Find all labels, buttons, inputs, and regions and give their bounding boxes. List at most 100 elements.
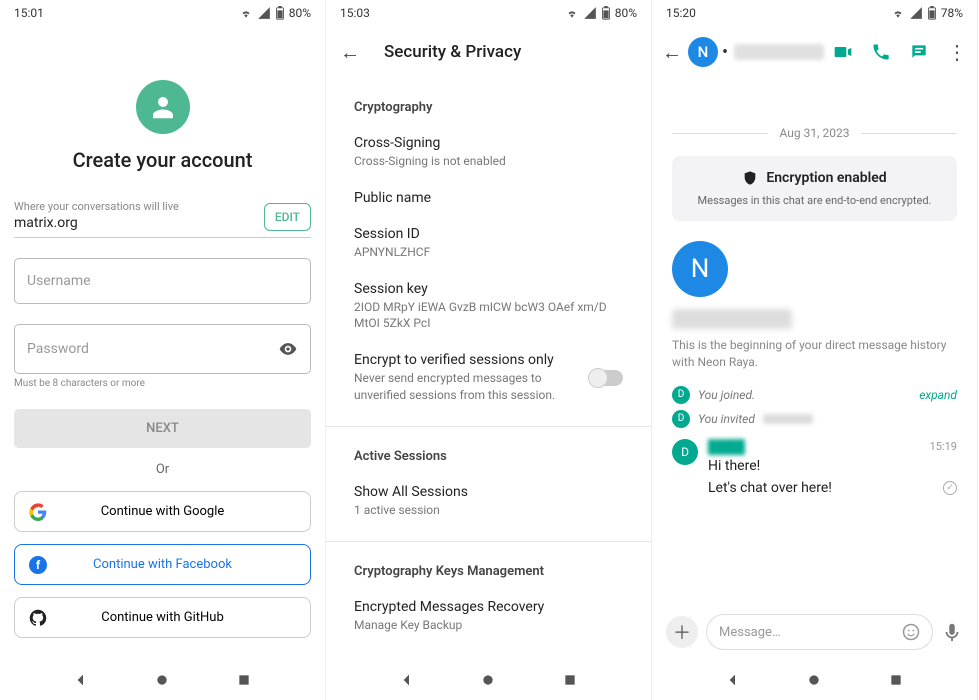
back-button[interactable]: ← bbox=[662, 40, 682, 65]
oauth-google-label: Continue with Google bbox=[101, 504, 225, 519]
add-attachment-button[interactable]: ＋ bbox=[666, 616, 698, 648]
username-input[interactable]: Username bbox=[14, 258, 311, 304]
google-icon bbox=[29, 503, 47, 521]
presence-dot: • bbox=[722, 42, 728, 63]
setting-sub: Cross-Signing is not enabled bbox=[354, 153, 623, 170]
setting-sub: 1 active session bbox=[354, 502, 623, 519]
nav-bar bbox=[0, 660, 325, 700]
voice-call-icon[interactable] bbox=[871, 42, 891, 62]
emoji-icon[interactable] bbox=[902, 623, 920, 641]
server-value: matrix.org bbox=[14, 215, 264, 231]
encryption-title: Encryption enabled bbox=[766, 170, 886, 186]
setting-session-id[interactable]: Session ID APNYNLZHCF bbox=[326, 216, 651, 271]
setting-encrypt-verified[interactable]: Encrypt to verified sessions only Never … bbox=[326, 342, 651, 414]
setting-title: Show All Sessions bbox=[354, 484, 623, 500]
oauth-facebook-button[interactable]: f Continue with Facebook bbox=[14, 544, 311, 585]
password-placeholder: Password bbox=[27, 341, 89, 357]
setting-public-name[interactable]: Public name bbox=[326, 180, 651, 216]
page-title: Create your account bbox=[73, 148, 253, 172]
wifi-icon bbox=[239, 6, 253, 20]
battery-icon bbox=[927, 6, 937, 20]
nav-bar bbox=[326, 660, 651, 700]
encryption-banner: Encryption enabled Messages in this chat… bbox=[672, 156, 957, 221]
mic-icon[interactable] bbox=[941, 621, 963, 643]
setting-sub: Never send encrypted messages to unverif… bbox=[354, 370, 573, 404]
setting-session-key[interactable]: Session key 2IOD MRpY iEWA GvzB mICW bcW… bbox=[326, 271, 651, 343]
encryption-sub: Messages in this chat are end-to-end enc… bbox=[686, 194, 943, 207]
setting-recovery[interactable]: Encrypted Messages Recovery Manage Key B… bbox=[326, 589, 651, 644]
oauth-facebook-label: Continue with Facebook bbox=[93, 557, 232, 572]
nav-back-icon[interactable] bbox=[725, 672, 741, 688]
status-icons: 78% bbox=[891, 6, 963, 20]
event-avatar: D bbox=[672, 386, 690, 404]
battery-text: 80% bbox=[615, 6, 637, 20]
status-bar: 15:03 80% bbox=[326, 0, 651, 26]
server-label: Where your conversations will live bbox=[14, 200, 264, 213]
video-call-icon[interactable] bbox=[833, 42, 853, 62]
password-input[interactable]: Password bbox=[14, 324, 311, 374]
app-header: ← Security & Privacy bbox=[326, 26, 651, 78]
message-input[interactable]: Message… bbox=[706, 614, 933, 650]
edit-server-button[interactable]: EDIT bbox=[264, 203, 311, 231]
setting-title: Public name bbox=[354, 190, 623, 206]
signal-icon bbox=[257, 6, 271, 20]
section-cryptography: Cryptography bbox=[326, 78, 651, 125]
nav-home-icon[interactable] bbox=[806, 672, 822, 688]
oauth-google-button[interactable]: Continue with Google bbox=[14, 491, 311, 532]
nav-recent-icon[interactable] bbox=[236, 672, 252, 688]
battery-text: 78% bbox=[941, 6, 963, 20]
battery-icon bbox=[601, 6, 611, 20]
eye-icon[interactable] bbox=[278, 339, 298, 359]
contact-avatar[interactable]: N bbox=[688, 37, 718, 67]
username-placeholder: Username bbox=[27, 273, 91, 289]
contact-name-blurred bbox=[734, 44, 824, 60]
back-button[interactable]: ← bbox=[340, 40, 360, 65]
section-active-sessions: Active Sessions bbox=[326, 427, 651, 474]
toggle-switch[interactable] bbox=[589, 370, 623, 386]
github-icon bbox=[29, 609, 47, 627]
nav-back-icon[interactable] bbox=[399, 672, 415, 688]
event-joined: D You joined. expand bbox=[652, 383, 977, 407]
setting-title: Cross-Signing bbox=[354, 135, 623, 151]
setting-title: Session ID bbox=[354, 226, 623, 242]
nav-back-icon[interactable] bbox=[73, 672, 89, 688]
message-avatar: D bbox=[672, 439, 698, 465]
setting-sub: Manage Key Backup bbox=[354, 617, 623, 634]
setting-cross-signing[interactable]: Cross-Signing Cross-Signing is not enabl… bbox=[326, 125, 651, 180]
thread-icon[interactable] bbox=[909, 42, 929, 62]
nav-home-icon[interactable] bbox=[154, 672, 170, 688]
wifi-icon bbox=[891, 6, 905, 20]
wifi-icon bbox=[565, 6, 579, 20]
server-row: Where your conversations will live matri… bbox=[14, 200, 311, 238]
clock: 15:03 bbox=[340, 6, 370, 20]
overflow-menu-icon[interactable]: ⋮ bbox=[947, 40, 967, 64]
battery-text: 80% bbox=[289, 6, 311, 20]
status-bar: 15:20 78% bbox=[652, 0, 977, 26]
nav-home-icon[interactable] bbox=[480, 672, 496, 688]
event-text: You invited bbox=[698, 412, 755, 426]
status-bar: 15:01 80% bbox=[0, 0, 325, 26]
contact-avatar-large: N bbox=[672, 241, 728, 297]
shield-icon bbox=[742, 170, 758, 186]
oauth-github-button[interactable]: Continue with GitHub bbox=[14, 597, 311, 638]
message-text: Hi there! bbox=[708, 458, 957, 474]
message-text-2: Let's chat over here! ✓ bbox=[708, 480, 957, 496]
header-title: Security & Privacy bbox=[384, 42, 521, 62]
message-block: D ████ 15:19 Hi there! bbox=[672, 439, 957, 474]
section-keys-mgmt: Cryptography Keys Management bbox=[326, 542, 651, 589]
battery-icon bbox=[275, 6, 285, 20]
delivered-icon: ✓ bbox=[943, 481, 957, 495]
event-invited: D You invited bbox=[652, 407, 977, 431]
setting-sub: 2IOD MRpY iEWA GvzB mICW bcW3 OAef xm/D … bbox=[354, 299, 623, 333]
composer-placeholder: Message… bbox=[719, 625, 781, 640]
next-button[interactable]: NEXT bbox=[14, 409, 311, 448]
setting-show-all-sessions[interactable]: Show All Sessions 1 active session bbox=[326, 474, 651, 529]
nav-recent-icon[interactable] bbox=[562, 672, 578, 688]
person-icon bbox=[148, 92, 178, 122]
dm-start-blurb: This is the beginning of your direct mes… bbox=[672, 337, 957, 371]
clock: 15:20 bbox=[666, 6, 696, 20]
composer: ＋ Message… bbox=[652, 604, 977, 660]
setting-title: Encrypted Messages Recovery bbox=[354, 599, 623, 615]
expand-button[interactable]: expand bbox=[919, 388, 957, 402]
nav-recent-icon[interactable] bbox=[888, 672, 904, 688]
